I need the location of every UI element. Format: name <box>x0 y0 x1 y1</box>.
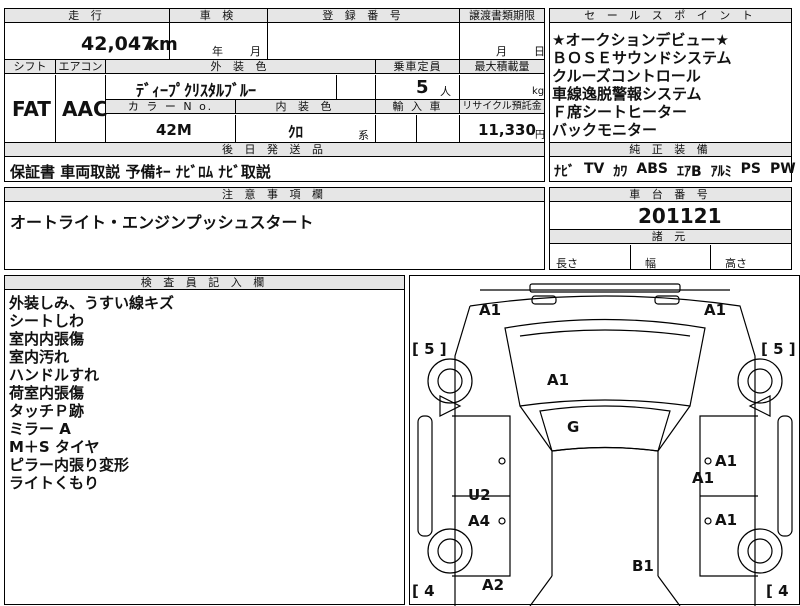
post-ship-panel: 後 日 発 送 品 保証書 車両取説 予備ｷｰ ﾅﾋﾞﾛﾑ ﾅﾋﾞ取説 <box>4 142 545 182</box>
inspector-note: ライトくもり <box>9 474 100 492</box>
interior-suffix: 系 <box>358 129 369 142</box>
shift-label: シフト <box>5 60 55 74</box>
inspector-note: シートしわ <box>9 312 85 330</box>
caution-panel: 注 意 事 項 欄 オートライト・エンジンプッシュスタート <box>4 187 545 270</box>
sales-points-list: ★オークションデビュー★ ＢＯＳＥサウンドシステム クルーズコントロール 車線逸… <box>552 31 732 139</box>
damage-mark: A1 <box>692 469 715 487</box>
inspector-note: ハンドルすれ <box>9 366 100 384</box>
recycle-label: リサイクル預託金 <box>459 100 544 114</box>
inspector-note: ピラー内張り変形 <box>9 456 130 474</box>
sales-point-item: ＢＯＳＥサウンドシステム <box>552 49 732 67</box>
genuine-item: PS <box>740 161 761 177</box>
inspector-note: 室内内張傷 <box>9 330 85 348</box>
tire-mark: [ 5 ] <box>761 340 796 358</box>
damage-mark: B1 <box>632 557 654 575</box>
shaken-year: 年 <box>212 45 223 58</box>
genuine-item: PW <box>770 161 796 177</box>
import-label: 輸 入 車 <box>375 100 459 114</box>
spec-width-label: 幅 <box>645 257 656 270</box>
sales-points-label: セ ー ル ス ポ イ ン ト <box>550 9 791 23</box>
interior-value: ｸﾛ <box>288 123 304 141</box>
registration-label: 登 録 番 号 <box>267 9 459 23</box>
genuine-item: ABS <box>636 161 668 177</box>
inspector-panel: 検 査 員 記 入 欄 外装しみ、うすい線キズ シートしわ 室内内張傷 室内汚れ… <box>4 275 405 605</box>
colorno-label: カ ラ ー N o. <box>105 100 235 114</box>
sales-point-item: ★オークションデビュー★ <box>552 31 729 49</box>
capacity-value: 5 <box>416 77 429 98</box>
capacity-unit: 人 <box>440 85 451 98</box>
damage-mark: A1 <box>715 511 738 529</box>
spec-height-label: 高さ <box>725 257 747 270</box>
post-ship-label: 後 日 発 送 品 <box>5 143 544 157</box>
car-diagram-panel: A1 A1 A1 G A1 A1 A1 U2 A4 B1 A2 [ 5 ] [ … <box>409 275 800 606</box>
damage-mark: U2 <box>468 486 491 504</box>
maxload-unit: kg <box>532 86 545 97</box>
genuine-item: ｶﾜ <box>613 164 628 180</box>
shaken-label: 車 検 <box>169 9 267 23</box>
caution-value: オートライト・エンジンプッシュスタート <box>10 213 314 232</box>
sales-point-item: クルーズコントロール <box>552 67 701 85</box>
tire-mark: [ 4 <box>766 582 789 600</box>
mileage-label: 走 行 <box>5 9 169 23</box>
inspector-note: 室内汚れ <box>9 348 70 366</box>
recycle-value: 11,330 <box>478 121 536 139</box>
inspector-label: 検 査 員 記 入 欄 <box>5 276 404 290</box>
tire-mark: [ 4 <box>412 582 435 600</box>
vehicle-info-grid: 走 行 車 検 登 録 番 号 譲渡書類期限 42,047 km 年 月 月 日… <box>4 8 545 144</box>
damage-mark: G <box>567 418 580 436</box>
sales-point-item: Ｆ席シートヒーター <box>552 103 688 121</box>
chassis-value: 201121 <box>638 204 722 228</box>
damage-mark: A4 <box>468 512 491 530</box>
damage-mark: A1 <box>715 452 738 470</box>
capacity-label: 乗車定員 <box>375 60 459 74</box>
genuine-item: ｴｱB <box>676 164 702 180</box>
mileage-value: 42,047 <box>81 33 155 55</box>
damage-mark: A2 <box>482 576 505 594</box>
damage-mark: A1 <box>547 371 570 389</box>
post-ship-value: 保証書 車両取説 予備ｷｰ ﾅﾋﾞﾛﾑ ﾅﾋﾞ取説 <box>10 163 271 181</box>
sales-points-panel: セ ー ル ス ポ イ ン ト ★オークションデビュー★ ＢＯＳＥサウンドシステ… <box>549 8 792 144</box>
sales-point-item: 車線逸脱警報システム <box>552 85 702 103</box>
genuine-item: ﾅﾋﾞ <box>554 164 575 180</box>
car-outline-diagram <box>417 283 793 606</box>
genuine-equipment-panel: 純 正 装 備 ﾅﾋﾞ TV ｶﾜ ABS ｴｱB ｱﾙﾐ PS PW <box>549 142 796 182</box>
specs-panel: 諸 元 長さ 幅 高さ <box>549 229 792 270</box>
shift-value: FAT <box>12 97 51 121</box>
chassis-label: 車 台 番 号 <box>550 188 791 202</box>
inspector-note: タッチＰ跡 <box>9 402 85 420</box>
recycle-unit: 円 <box>535 130 545 141</box>
spec-length-label: 長さ <box>556 257 578 270</box>
inspector-note: ミラー A <box>9 420 71 438</box>
shaken-month: 月 <box>250 45 261 58</box>
inspector-notes-list: 外装しみ、うすい線キズ シートしわ 室内内張傷 室内汚れ ハンドルすれ 荷室内張… <box>9 294 174 492</box>
chassis-panel: 車 台 番 号 201121 <box>549 187 792 230</box>
genuine-item: ｱﾙﾐ <box>710 164 732 180</box>
ac-value: AAC <box>62 97 108 121</box>
inspector-note: 外装しみ、うすい線キズ <box>9 294 175 312</box>
damage-mark: A1 <box>704 301 727 319</box>
damage-mark: A1 <box>479 301 502 319</box>
interior-label: 内 装 色 <box>235 100 375 114</box>
maxload-label: 最大積載量 <box>459 60 544 74</box>
inspector-note: 荷室内張傷 <box>9 384 85 402</box>
genuine-label: 純 正 装 備 <box>550 143 791 157</box>
tire-mark: [ 5 ] <box>412 340 447 358</box>
genuine-item: TV <box>584 161 605 177</box>
inspector-note: M＋S タイヤ <box>9 438 100 456</box>
sales-point-item: バックモニター <box>552 121 658 139</box>
registration-value <box>267 23 459 59</box>
caution-label: 注 意 事 項 欄 <box>5 188 544 202</box>
colorno-value: 42M <box>156 121 192 139</box>
transfer-day: 日 <box>534 45 545 58</box>
transfer-label: 譲渡書類期限 <box>459 9 544 23</box>
ac-label: エアコン <box>55 60 105 74</box>
transfer-month: 月 <box>496 45 507 58</box>
specs-label: 諸 元 <box>550 230 791 244</box>
exterior-label: 外 装 色 <box>105 60 375 74</box>
exterior-value: ﾃﾞｨｰﾌﾟｸﾘｽﾀﾙﾌﾞﾙｰ <box>136 81 257 100</box>
